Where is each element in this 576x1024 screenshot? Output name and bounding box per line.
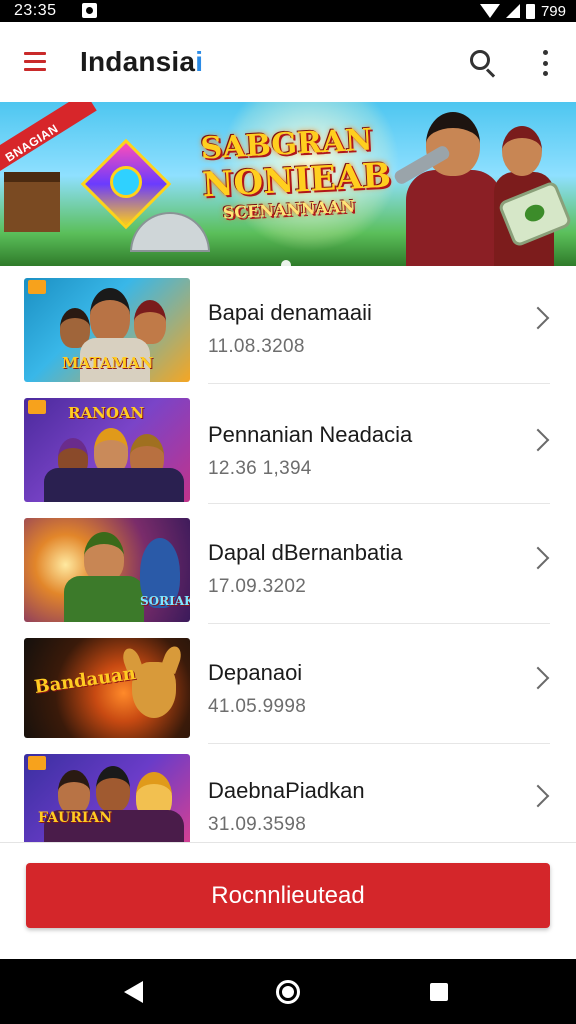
list-divider	[208, 623, 550, 624]
list-divider	[208, 383, 550, 384]
chevron-right-icon	[526, 666, 550, 690]
status-indicators: 799	[479, 2, 566, 20]
list-item[interactable]: Bandauan Depanaoi 41.05.9998	[0, 626, 576, 744]
list-item[interactable]: RANOAN Pennanian Neadacia 12.36 1,394	[0, 386, 576, 504]
featured-banner[interactable]: BNAGIAN SABGRAN NONIEAB SCENANNAAN	[0, 102, 576, 266]
list-item-title: Bapai denamaaii	[208, 300, 372, 325]
list-item-thumbnail: MATAMAN	[24, 278, 190, 382]
primary-action-button[interactable]: Rocnnlieutead	[26, 863, 550, 928]
list-item-thumbnail: Bandauan	[24, 638, 190, 738]
thumbnail-logo: RANOAN	[68, 404, 145, 422]
app-title-accent: i	[195, 46, 204, 77]
game-list: MATAMAN Bapai denamaaii 11.08.3208 RANOA…	[0, 266, 576, 842]
thumbnail-logo: FAURIAN	[38, 810, 113, 826]
chevron-right-icon	[526, 428, 550, 452]
thumbnail-logo: MATAMAN	[62, 354, 154, 372]
app-title-main: Indansia	[80, 46, 196, 77]
list-divider	[208, 743, 550, 744]
cellular-signal-icon	[505, 4, 520, 18]
list-item-title: Depanaoi	[208, 660, 303, 685]
list-item-subtitle: 17.09.3202	[208, 576, 307, 597]
status-bar: 23:35 799	[0, 0, 576, 22]
chevron-right-icon	[526, 784, 550, 808]
bottom-action-area: Rocnnlieutead	[0, 842, 576, 959]
list-item-subtitle: 41.05.9998	[208, 696, 307, 717]
list-item-thumbnail: FAURIAN	[24, 754, 190, 842]
list-item-title: Dapal dBernanbatia	[208, 540, 403, 565]
list-item-subtitle: 11.08.3208	[208, 336, 305, 357]
list-divider	[208, 503, 550, 504]
banner-hut	[4, 172, 60, 232]
list-item[interactable]: FAURIAN DaebnaPiadkan 31.09.3598	[0, 746, 576, 842]
status-time: 23:35	[14, 2, 57, 19]
list-item-thumbnail: RANOAN	[24, 398, 190, 502]
chevron-right-icon	[526, 546, 550, 570]
app-bar: Indansiai	[0, 22, 576, 102]
hamburger-menu-icon[interactable]	[24, 52, 50, 72]
battery-level: 799	[540, 2, 566, 20]
banner-game-logo: SABGRAN NONIEAB SCENANNAAN	[200, 123, 392, 225]
list-item-title: Pennanian Neadacia	[208, 422, 413, 447]
home-icon[interactable]	[276, 980, 300, 1004]
battery-icon	[525, 3, 535, 19]
wifi-icon	[479, 4, 500, 18]
system-navigation-bar	[0, 959, 576, 1024]
app-title: Indansiai	[80, 46, 203, 78]
recent-apps-icon[interactable]	[430, 983, 448, 1001]
list-item[interactable]: SORIAK Dapal dBernanbatia 17.09.3202	[0, 506, 576, 624]
notification-icon	[82, 3, 97, 18]
thumbnail-logo: SORIAK	[140, 594, 190, 608]
search-icon[interactable]	[468, 48, 498, 78]
more-options-icon[interactable]	[535, 50, 555, 76]
list-item-title: DaebnaPiadkan	[208, 778, 365, 803]
back-icon[interactable]	[124, 981, 143, 1003]
list-item-thumbnail: SORIAK	[24, 518, 190, 622]
list-item-subtitle: 12.36 1,394	[208, 458, 312, 479]
chevron-right-icon	[526, 306, 550, 330]
list-item[interactable]: MATAMAN Bapai denamaaii 11.08.3208	[0, 266, 576, 384]
list-item-subtitle: 31.09.3598	[208, 814, 307, 835]
